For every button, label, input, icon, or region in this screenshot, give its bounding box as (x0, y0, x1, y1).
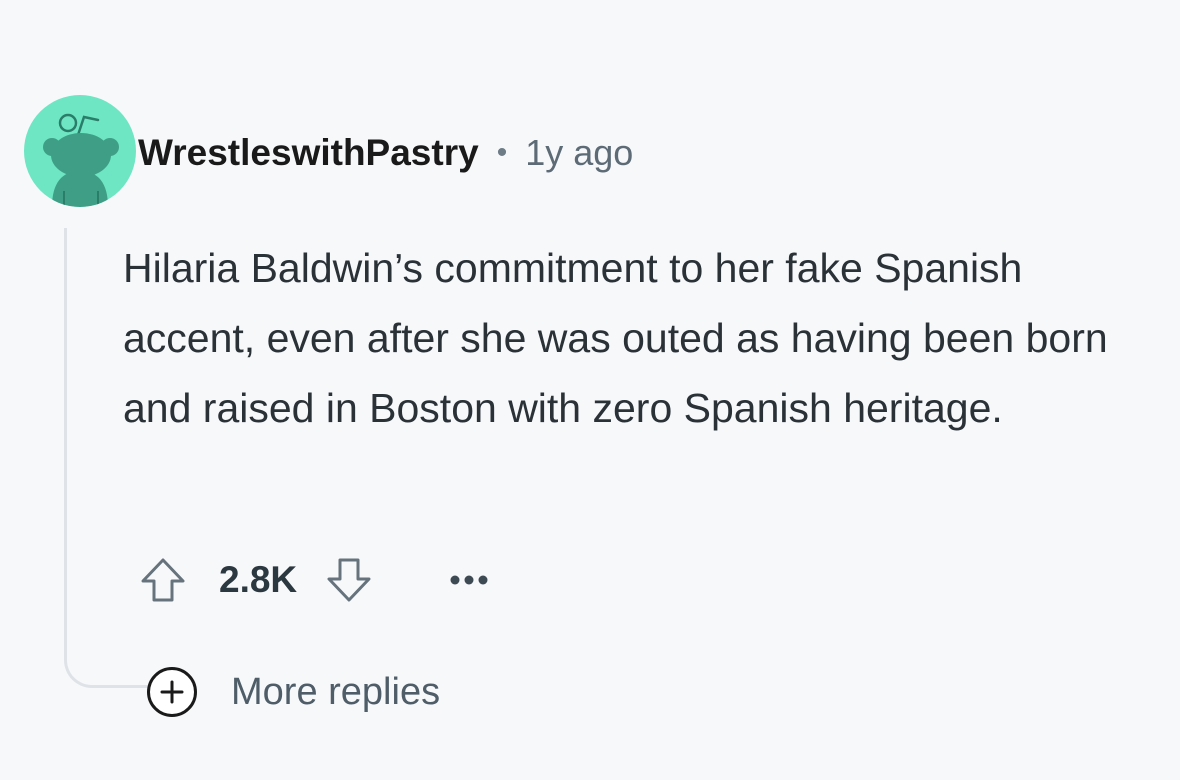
avatar[interactable] (24, 95, 136, 207)
comment: WrestleswithPastry • 1y ago Hilaria Bald… (0, 0, 1180, 780)
more-replies-label: More replies (231, 670, 441, 713)
reddit-snoo-icon (43, 113, 119, 207)
ellipsis-icon (450, 575, 488, 585)
author-name[interactable]: WrestleswithPastry (138, 132, 479, 174)
more-replies-button[interactable]: More replies (147, 664, 440, 720)
overflow-menu-button[interactable] (449, 550, 489, 610)
comment-meta: WrestleswithPastry • 1y ago (138, 128, 633, 178)
downvote-button[interactable] (319, 550, 379, 610)
arrow-down-outline-icon (327, 558, 371, 602)
meta-separator: • (496, 136, 508, 169)
comment-actions: 2.8K (133, 550, 489, 610)
timestamp[interactable]: 1y ago (525, 132, 633, 174)
vote-score: 2.8K (219, 559, 298, 600)
arrow-up-outline-icon (141, 558, 185, 602)
comment-body: Hilaria Baldwin’s commitment to her fake… (123, 245, 1108, 431)
upvote-button[interactable] (133, 550, 193, 610)
plus-circle-icon (147, 667, 197, 717)
